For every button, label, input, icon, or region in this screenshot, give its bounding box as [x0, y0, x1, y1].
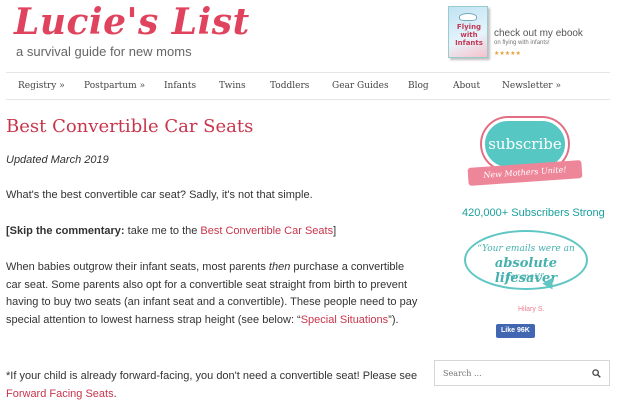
nav-item-infants[interactable]: Infants: [164, 81, 196, 91]
article-paragraph-forward-facing: *If your child is already forward-facing…: [6, 368, 418, 403]
testimonial-bubble: “Your emails were an absolute lifesaver …: [464, 230, 588, 290]
nav-item-about[interactable]: About: [453, 81, 480, 91]
skip-commentary-text: take me to the: [124, 225, 201, 237]
ebook-promo-subtext: on flying with infants!: [494, 40, 550, 46]
site-logo[interactable]: Lucie's List: [14, 2, 250, 42]
ebook-promo-text[interactable]: check out my ebook: [494, 28, 583, 39]
main-nav: Registry » Postpartum » Infants Twins To…: [6, 72, 610, 100]
search-box: [434, 360, 610, 386]
nav-item-registry[interactable]: Registry »: [18, 81, 65, 91]
rating-stars-icon: ★★★★★: [494, 51, 521, 57]
article-title: Best Convertible Car Seats: [6, 116, 254, 137]
body-text-end: ”).: [388, 313, 399, 326]
article-paragraph-skip: [Skip the commentary: take me to the Bes…: [6, 223, 418, 241]
nav-item-blog[interactable]: Blog: [408, 81, 429, 91]
nav-item-toddlers[interactable]: Toddlers: [270, 81, 309, 91]
search-icon[interactable]: [592, 369, 601, 378]
skip-commentary-label: [Skip the commentary:: [6, 225, 125, 237]
site-tagline: a survival guide for new moms: [16, 44, 192, 59]
nav-item-postpartum[interactable]: Postpartum »: [84, 81, 145, 91]
body-text-start: When babies outgrow their infant seats, …: [6, 261, 269, 273]
search-input[interactable]: [443, 367, 583, 379]
forward-facing-text: *If your child is already forward-facing…: [6, 370, 418, 382]
best-convertible-car-seats-link[interactable]: Best Convertible Car Seats: [200, 225, 333, 237]
forward-facing-end: .: [113, 387, 117, 400]
nav-item-twins[interactable]: Twins: [219, 81, 246, 91]
testimonial-line-2: absolute lifesaver: [494, 256, 558, 286]
subscribe-ribbon: New Mothers Unite!: [467, 160, 583, 186]
forward-facing-seats-link[interactable]: Forward Facing Seats: [6, 388, 114, 400]
skip-commentary-end: ]: [333, 225, 337, 237]
article-paragraph-intro: What's the best convertible car seat? Sa…: [6, 189, 313, 201]
nav-item-newsletter[interactable]: Newsletter »: [502, 81, 561, 91]
facebook-like-button[interactable]: Like 96K: [496, 324, 535, 338]
article-updated-date: Updated March 2019: [6, 154, 109, 166]
site-header: Lucie's List a survival guide for new mo…: [0, 0, 636, 70]
nav-item-gear-guides[interactable]: Gear Guides: [332, 81, 389, 91]
body-text-emphasis: then: [268, 261, 291, 273]
ebook-promo[interactable]: Flying with Infants check out my ebook o…: [444, 6, 634, 66]
testimonial-author: Hilary S.: [518, 306, 545, 313]
airplane-icon: [459, 13, 477, 21]
subscriber-count: 420,000+ Subscribers Strong: [462, 207, 605, 219]
special-situations-link[interactable]: Special Situations: [301, 314, 388, 326]
ebook-cover-image[interactable]: Flying with Infants: [448, 6, 488, 58]
ebook-cover-title: Flying with Infants: [455, 23, 483, 47]
testimonial-line-3: for me!!”: [507, 272, 545, 281]
testimonial-line-1: “Your emails were an: [477, 244, 575, 254]
article-paragraph-body: When babies outgrow their infant seats, …: [6, 259, 418, 329]
